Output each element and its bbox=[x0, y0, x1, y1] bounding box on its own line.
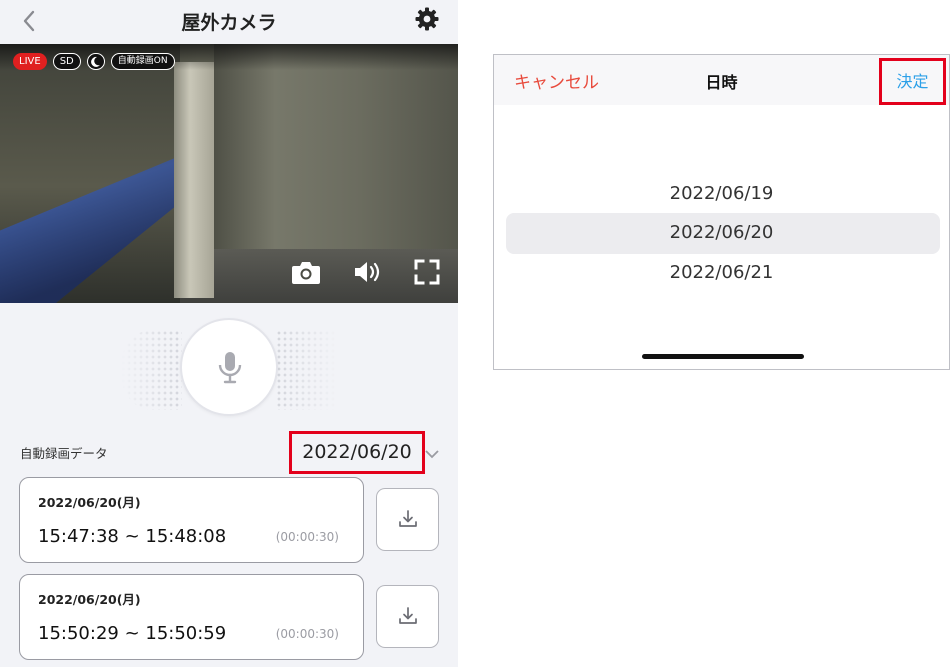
camera-icon[interactable] bbox=[290, 258, 322, 286]
page-title: 屋外カメラ bbox=[181, 12, 277, 34]
auto-record-badge: 自動録画ON bbox=[110, 52, 175, 70]
microphone-icon bbox=[217, 350, 243, 386]
app-header: 屋外カメラ bbox=[0, 0, 458, 44]
quality-badge[interactable]: SD bbox=[52, 52, 81, 70]
night-mode-icon[interactable] bbox=[86, 52, 105, 70]
recording-time-range: 15:50:29 ~ 15:50:59 bbox=[38, 623, 227, 644]
picker-option[interactable]: 2022/06/21 bbox=[494, 262, 949, 283]
date-selector[interactable]: 2022/06/20 bbox=[289, 431, 425, 474]
confirm-button[interactable]: 決定 bbox=[879, 58, 946, 105]
download-button[interactable] bbox=[376, 488, 439, 551]
recording-date: 2022/06/20(月) bbox=[38, 592, 141, 607]
audio-level-dots-left bbox=[120, 330, 182, 410]
gear-icon[interactable] bbox=[414, 6, 440, 32]
picker-toolbar: キャンセル 日時 決定 bbox=[494, 55, 949, 105]
fullscreen-icon[interactable] bbox=[413, 258, 441, 286]
live-video-feed[interactable] bbox=[0, 44, 458, 303]
download-button[interactable] bbox=[376, 585, 439, 648]
recordings-section-label: 自動録画データ bbox=[20, 446, 108, 461]
picker-option[interactable]: 2022/06/19 bbox=[494, 183, 949, 204]
recording-time-range: 15:47:38 ~ 15:48:08 bbox=[38, 526, 227, 547]
date-picker-sheet: キャンセル 日時 決定 2022/06/19 2022/06/20 2022/0… bbox=[493, 54, 950, 370]
home-indicator bbox=[642, 354, 804, 359]
picker-option-selected[interactable]: 2022/06/20 bbox=[494, 222, 949, 243]
chevron-down-icon[interactable] bbox=[424, 445, 440, 459]
recording-card[interactable]: 2022/06/20(月) 15:47:38 ~ 15:48:08 (00:00… bbox=[19, 477, 364, 563]
screenshot-canvas: 屋外カメラ LIVE SD 自動録画ON 自動録画データ 2022/06/20 … bbox=[0, 0, 950, 667]
volume-icon[interactable] bbox=[352, 258, 382, 286]
recording-duration: (00:00:30) bbox=[275, 627, 339, 641]
audio-level-dots-right bbox=[276, 330, 338, 410]
recording-duration: (00:00:30) bbox=[275, 530, 339, 544]
recording-date: 2022/06/20(月) bbox=[38, 495, 141, 510]
live-badge: LIVE bbox=[13, 52, 47, 70]
camera-screen: 屋外カメラ LIVE SD 自動録画ON 自動録画データ 2022/06/20 … bbox=[0, 0, 458, 667]
download-icon bbox=[398, 606, 418, 626]
download-icon bbox=[398, 509, 418, 529]
recording-card[interactable]: 2022/06/20(月) 15:50:29 ~ 15:50:59 (00:00… bbox=[19, 574, 364, 660]
video-status-badges: LIVE SD 自動録画ON bbox=[13, 52, 175, 70]
talk-button[interactable] bbox=[180, 318, 278, 416]
